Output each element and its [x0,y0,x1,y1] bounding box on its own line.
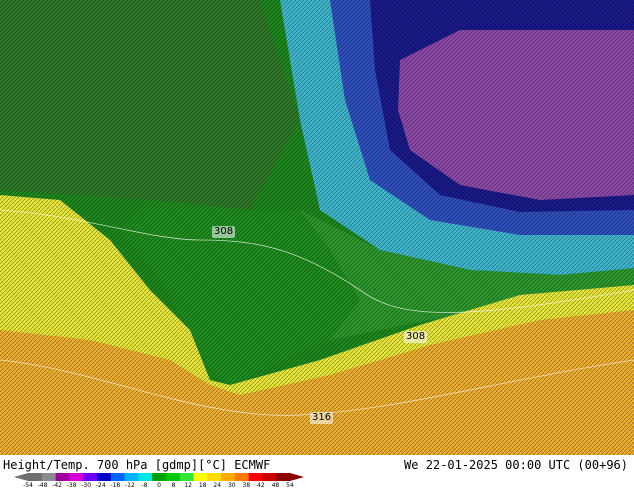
legend-swatch [41,473,57,481]
legend-tick-label: 24 [213,482,222,489]
legend-tick-label: -12 [124,482,135,489]
legend-swatch [262,473,277,481]
legend-tick-label: 42 [257,482,265,489]
legend-tick-label: 18 [198,482,207,489]
legend-swatch [69,473,84,481]
contour-label: 308 [212,226,236,238]
legend-arrow-high [290,473,304,481]
legend-tick-label: -38 [66,482,77,489]
legend-tick-label: 54 [286,482,294,489]
legend-swatch [207,473,222,481]
legend-tick-label: 8 [171,482,176,489]
legend-tick-label: -42 [52,482,63,489]
legend-tick-label: -24 [95,482,106,489]
legend-tick-label: -18 [110,482,121,489]
legend-swatch [193,473,208,481]
color-legend: -54 -48 -42 -38 -30 -24 -18 -12 -8 0 8 12 18 24 30 38 42… [14,472,304,490]
legend-swatch [221,473,236,481]
legend-tick-label: 48 [271,482,280,489]
legend-swatch [96,473,112,481]
legend-tick-label: 0 [157,482,161,489]
legend-swatch [124,473,139,481]
legend-arrow-low [14,473,28,481]
legend-swatch [138,473,153,481]
legend-tick-label: -30 [81,482,92,489]
legend-tick-label: 38 [242,482,251,489]
legend-swatch [248,473,263,481]
contour-label: 316 [310,412,334,424]
legend-tick-label: -8 [141,482,148,489]
color-legend-bar [14,473,304,481]
legend-swatch [83,473,98,481]
legend-tick-label: 12 [184,482,192,489]
legend-swatch [110,473,126,481]
map-footer: Height/Temp. 700 hPa [gdmp][°C] ECMWF We… [0,455,634,490]
legend-tick-label: 30 [227,482,236,489]
legend-swatch [276,473,291,481]
weather-map: 308 308 316 [0,0,634,455]
legend-swatch [28,473,43,481]
legend-tick-label: -54 [23,482,33,489]
legend-swatch [165,473,181,481]
legend-swatch [179,473,194,481]
forecast-datetime: We 22-01-2025 00:00 UTC (00+96) [404,458,628,472]
legend-swatch [234,473,250,481]
map-caption: Height/Temp. 700 hPa [gdmp][°C] ECMWF [3,458,271,472]
color-legend-ticks: -54 -48 -42 -38 -30 -24 -18 -12 -8 0 8 12 18 24 30 38 42… [14,482,304,490]
legend-swatch [55,473,70,481]
temperature-field [0,0,634,455]
legend-swatch [152,473,167,481]
contour-label: 308 [404,331,428,343]
legend-tick-label: -48 [37,482,48,489]
